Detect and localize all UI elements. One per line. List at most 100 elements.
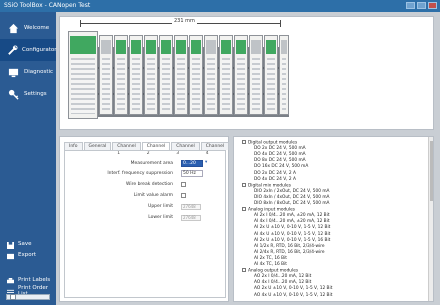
dimension-tick [80, 20, 81, 27]
tree-item-label: AI 2x TC, 16 Bit [254, 255, 287, 261]
tree-item-label: Digital output modules [248, 140, 298, 146]
tree-item-label: AO 4x U ±10 V, 0-10 V, 1-5 V, 12 Bit [254, 292, 333, 298]
io-module[interactable] [159, 35, 173, 115]
limit-alarm-label: Limit value alarm [133, 193, 173, 198]
tree-scrollbar[interactable] [428, 137, 433, 301]
io-module[interactable] [249, 35, 263, 115]
power-module[interactable] [99, 35, 113, 115]
scrollbar-thumb[interactable] [430, 141, 433, 201]
limit-alarm-checkbox[interactable] [181, 193, 186, 198]
sidebar-item-configurator[interactable]: Configurator [0, 39, 57, 61]
tab-info[interactable]: Info [64, 142, 83, 150]
expander-icon[interactable] [242, 182, 246, 187]
module-canvas[interactable]: 231 mm [59, 16, 434, 130]
tab-channel-1[interactable]: Channel 1 [112, 142, 141, 156]
tree-item[interactable]: DO 4x DC 24 V, 2 A [254, 177, 296, 182]
tree-item[interactable]: AI 4x I 0/4...20 mA, ±20 mA, 12 Bit [254, 219, 330, 224]
chevron-down-icon[interactable]: ▾ [205, 160, 207, 165]
upper-limit-field[interactable]: 27648 [181, 204, 201, 210]
tree-item-label: DIO 4xIn / 4xOut, DC 24 V, 500 mA [254, 194, 330, 200]
maximize-button[interactable] [417, 2, 426, 9]
io-module[interactable] [144, 35, 158, 115]
terminal-block [177, 58, 185, 110]
tree-item-label: DO 8x DC 24 V, 500 mA [254, 158, 306, 164]
module-label-strip [70, 36, 96, 54]
tree-item[interactable]: AI 2/4x R, RTD, 16 Bit, 2/3/4-wire [254, 250, 325, 255]
interference-select[interactable]: 50 Hz [181, 170, 203, 177]
io-module[interactable] [114, 35, 128, 115]
tree-item[interactable]: DO 2x DC 24 V, 2 A [254, 171, 296, 176]
tree-category[interactable]: Analog input modules [242, 207, 295, 213]
tree-item[interactable]: AI 2x U ±10 V, 0-10 V, 1-5 V, 12 Bit [254, 225, 330, 230]
tree-item[interactable]: DO 16x DC 24 V, 500 mA [254, 164, 308, 169]
tree-item[interactable]: DIO 8xIn / 8xOut, DC 24 V, 500 mA [254, 201, 329, 206]
export-button[interactable]: Export [7, 245, 36, 264]
close-button[interactable] [428, 2, 437, 9]
terminal-block [117, 58, 125, 110]
tree-item-label: AI 2x I 0/4...20 mA, ±20 mA, 12 Bit [254, 213, 330, 219]
tree-item[interactable]: DO 4x DC 24 V, 500 mA [254, 152, 306, 157]
io-module[interactable] [264, 35, 278, 115]
io-module[interactable] [234, 35, 248, 115]
tree-item[interactable]: AO 4x U ±10 V, 0-10 V, 1-5 V, 12 Bit [254, 293, 332, 298]
window-title: SSiO ToolBox - CANopen Test [4, 2, 91, 9]
expander-icon[interactable] [242, 268, 246, 273]
zoom-slider-handle[interactable] [10, 294, 16, 300]
tree-item[interactable]: AO 2x I 0/4...20 mA, 12 Bit [254, 274, 311, 279]
upper-limit-label: Upper limit [148, 204, 173, 209]
sidebar-item-welcome[interactable]: Welcome [0, 17, 56, 39]
bus-coupler-module[interactable] [68, 31, 98, 119]
tree-item-label: AO 2x I 0/4...20 mA, 12 Bit [254, 274, 312, 280]
module-catalog-tree[interactable]: Digital output modules DO 2x DC 24 V, 500… [233, 136, 434, 302]
tree-item[interactable]: AI 2x TC, 16 Bit [254, 256, 287, 261]
tree-item[interactable]: DO 8x DC 24 V, 500 mA [254, 158, 306, 163]
terminal-block [162, 58, 170, 110]
tab-channel-3[interactable]: Channel 3 [171, 142, 200, 156]
minimize-button[interactable] [406, 2, 415, 9]
tree-category[interactable]: Digital mix modules [242, 182, 291, 188]
io-module[interactable] [189, 35, 203, 115]
tree-item[interactable]: AI 4x U ±10 V, 0-10 V, 1-5 V, 12 Bit [254, 232, 330, 237]
io-module[interactable] [129, 35, 143, 115]
tree-item[interactable]: AI 4x TC, 16 Bit [254, 262, 287, 267]
io-module[interactable] [174, 35, 188, 115]
sidebar-item-settings[interactable]: Settings [0, 83, 56, 105]
module-label-strip [281, 40, 287, 54]
tab-channel-4[interactable]: Channel 4 [200, 142, 230, 156]
expander-icon[interactable] [242, 140, 246, 144]
wire-break-checkbox[interactable] [181, 182, 186, 187]
monitor-icon [7, 66, 20, 79]
tab-channel-2[interactable]: Channel 2 [141, 142, 171, 156]
tree-item[interactable]: DO 2x DC 24 V, 500 mA [254, 146, 306, 151]
io-module[interactable] [219, 35, 233, 115]
terminal-block [267, 58, 275, 110]
tree-item[interactable]: AI 2x U ±10 V, 0-10 V, 1-5 V, 16 Bit [254, 238, 330, 243]
lower-limit-field[interactable]: 27648 [181, 215, 201, 221]
tree-item-label: DIO 2xIn / 2xOut, DC 24 V, 500 mA [254, 188, 330, 194]
end-module[interactable] [279, 35, 289, 115]
tree-item[interactable]: AI 2x I 0/4...20 mA, ±20 mA, 12 Bit [254, 213, 330, 218]
sidebar-item-diagnostic[interactable]: Diagnostic [0, 61, 56, 83]
tree-item[interactable]: AO 2x U ±10 V, 0-10 V, 1-5 V, 12 Bit [254, 286, 332, 291]
tree-item[interactable]: AI 1/2x R, RTD, 16 Bit, 2/3/4-wire [254, 244, 325, 249]
tree-item-label: AI 4x TC, 16 Bit [254, 262, 287, 267]
tree-category[interactable]: Digital output modules [242, 140, 297, 146]
tree-item-label: AI 2x U ±10 V, 0-10 V, 1-5 V, 12 Bit [254, 225, 331, 231]
zoom-slider[interactable] [6, 294, 50, 300]
tree-item-label: DO 2x DC 24 V, 500 mA [254, 146, 306, 152]
tree-category[interactable]: Analog output modules [242, 268, 298, 274]
module-label-strip [206, 40, 216, 54]
expander-icon[interactable] [242, 207, 246, 212]
tree-item-label: AI 4x I 0/4...20 mA, ±20 mA, 12 Bit [254, 219, 330, 225]
io-module[interactable] [204, 35, 218, 115]
tree-item[interactable]: DIO 2xIn / 2xOut, DC 24 V, 500 mA [254, 189, 329, 194]
measurement-area-select[interactable]: 0...20 [181, 160, 203, 167]
interference-label: Interf. frequency suppression [107, 171, 173, 176]
tree-item-label: AI 2/4x R, RTD, 16 Bit, 2/3/4-wire [254, 249, 325, 255]
tree-item[interactable]: DIO 4xIn / 4xOut, DC 24 V, 500 mA [254, 195, 329, 200]
tree-item-label: Analog input modules [248, 207, 295, 213]
tree-item-label: DO 4x DC 24 V, 2 A [254, 176, 296, 182]
tree-item-label: AI 4x U ±10 V, 0-10 V, 1-5 V, 12 Bit [254, 231, 331, 237]
tab-general[interactable]: General [83, 142, 112, 150]
tree-item[interactable]: AO 4x I 0/4...20 mA, 12 Bit [254, 280, 311, 285]
